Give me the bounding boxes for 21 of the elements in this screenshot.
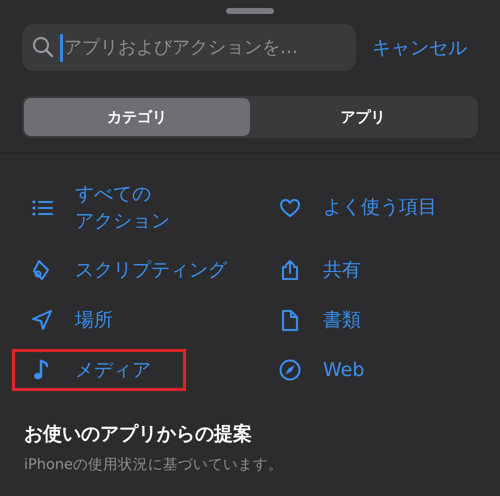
section-title: お使いのアプリからの提案 bbox=[24, 422, 253, 448]
section-subtitle: iPhoneの使用状況に基づいています。 bbox=[24, 456, 284, 474]
cancel-button[interactable]: キャンセル bbox=[372, 34, 467, 60]
compass-icon bbox=[279, 359, 301, 382]
category-item[interactable]: Web bbox=[260, 349, 490, 392]
search-field[interactable]: アプリおよびアクションを… bbox=[22, 24, 356, 71]
category-item[interactable]: スクリプティング bbox=[12, 249, 260, 292]
category-item[interactable]: 場所 bbox=[12, 299, 260, 342]
category-item[interactable]: メディア bbox=[12, 349, 186, 392]
sheet-grabber[interactable] bbox=[226, 8, 274, 14]
category-item[interactable]: 書類 bbox=[260, 299, 490, 342]
heart-icon bbox=[279, 196, 301, 219]
segment-tab[interactable]: アプリ bbox=[250, 98, 476, 136]
category-item[interactable]: 共有 bbox=[260, 249, 490, 292]
document-icon bbox=[279, 309, 301, 332]
segmented-control[interactable]: カテゴリ アプリ bbox=[22, 96, 478, 138]
navigation-arrow-icon bbox=[31, 309, 53, 332]
category-item[interactable]: よく使う項目 bbox=[260, 174, 490, 242]
segment-tab[interactable]: カテゴリ bbox=[24, 98, 250, 136]
category-item[interactable]: すべての アクション bbox=[12, 174, 260, 242]
share-icon bbox=[279, 259, 301, 282]
